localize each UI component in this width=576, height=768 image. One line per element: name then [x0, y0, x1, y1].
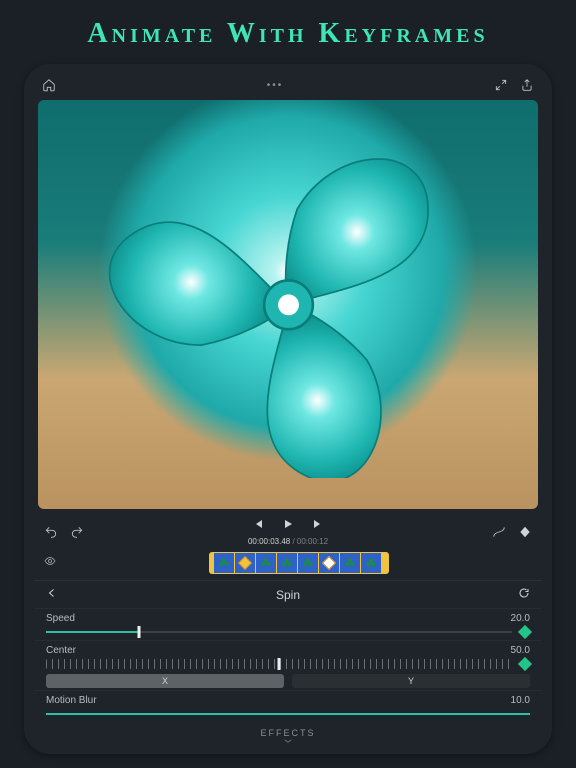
param-value: 10.0 [511, 695, 530, 706]
keyframe-diamond-icon[interactable] [518, 625, 532, 639]
param-value: 20.0 [511, 613, 530, 624]
param-label: Speed [46, 613, 75, 624]
undo-icon[interactable] [44, 525, 58, 539]
prev-frame-icon[interactable] [252, 517, 264, 535]
param-center: Center 50.0 X Y [34, 640, 542, 690]
titlebar: ••• [34, 76, 542, 100]
param-label: Center [46, 645, 76, 656]
transport-bar: 00:00:03.48 / 00:00:12 [34, 509, 542, 548]
back-icon[interactable] [46, 587, 58, 602]
chevron-down-icon [34, 738, 542, 744]
reset-icon[interactable] [518, 587, 530, 602]
effect-panel-header: Spin [34, 580, 542, 608]
effect-title: Spin [276, 588, 300, 602]
home-icon[interactable] [42, 78, 56, 92]
share-icon[interactable] [520, 78, 534, 92]
speed-slider[interactable] [46, 626, 512, 638]
timeline-clip[interactable]: ☘ ☘ ☘ ☘ ☘ ☘ [209, 552, 389, 574]
axis-y-toggle[interactable]: Y [292, 674, 530, 688]
visibility-icon[interactable] [44, 554, 58, 572]
fullscreen-icon[interactable] [494, 78, 508, 92]
propeller-graphic [76, 131, 501, 479]
window-drag-dots: ••• [56, 80, 494, 91]
keyframe-icon[interactable] [518, 525, 532, 539]
timeline[interactable]: ☘ ☘ ☘ ☘ ☘ ☘ [34, 548, 542, 580]
param-motion-blur: Motion Blur 10.0 [34, 690, 542, 722]
next-frame-icon[interactable] [312, 517, 324, 535]
center-slider[interactable] [46, 658, 512, 670]
param-label: Motion Blur [46, 695, 97, 706]
ease-curve-icon[interactable] [492, 525, 506, 539]
motion-blur-slider[interactable] [46, 708, 530, 720]
param-value: 50.0 [511, 645, 530, 656]
axis-x-toggle[interactable]: X [46, 674, 284, 688]
param-speed: Speed 20.0 [34, 608, 542, 640]
preview-canvas[interactable] [38, 100, 538, 509]
effects-drawer-label[interactable]: EFFECTS [34, 722, 542, 744]
redo-icon[interactable] [70, 525, 84, 539]
hero-title: Animate With Keyframes [0, 0, 576, 64]
play-icon[interactable] [282, 517, 294, 535]
timecode: 00:00:03.48 / 00:00:12 [248, 537, 328, 546]
keyframe-diamond-icon[interactable] [518, 657, 532, 671]
app-window: ••• [24, 64, 552, 754]
